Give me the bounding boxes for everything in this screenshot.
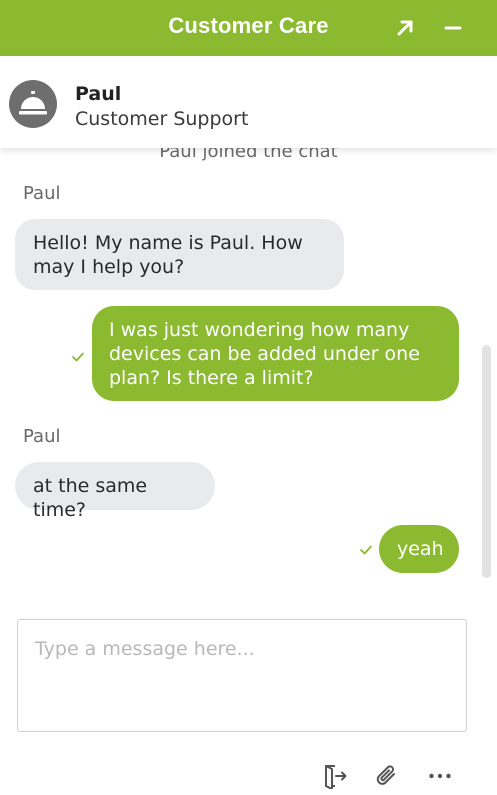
agent-message-bubble: at the same time?: [15, 462, 215, 521]
exit-chat-icon: [325, 765, 347, 789]
agent-message-bubble: Hello! My name is Paul. How may I help y…: [15, 219, 344, 290]
message-composer: [17, 619, 467, 732]
user-message-bubble: yeah: [379, 525, 459, 573]
message-line: at the same time?: [33, 475, 148, 521]
expand-button[interactable]: [389, 12, 421, 44]
message-input[interactable]: [18, 620, 466, 731]
message-line: I was just wondering how many: [109, 319, 410, 341]
attach-file-button[interactable]: [374, 763, 400, 789]
delivered-check-icon: [360, 545, 372, 555]
message-line: may I help you?: [33, 256, 185, 278]
avatar: [9, 80, 57, 128]
system-message: Paul joined the chat: [159, 148, 338, 162]
agent-role: Customer Support: [75, 108, 249, 130]
delivered-check-icon: [72, 352, 84, 362]
message-list[interactable]: Paul joined the chat Paul Hello! My name…: [0, 148, 497, 600]
agent-info-bar: Paul Customer Support: [0, 56, 497, 148]
user-message-bubble: I was just wondering how many devices ca…: [92, 306, 459, 401]
message-line: Hello! My name is Paul. How: [33, 232, 303, 254]
sender-label: Paul: [23, 183, 61, 204]
end-chat-button[interactable]: [323, 763, 349, 789]
more-options-button[interactable]: [427, 763, 453, 789]
agent-name: Paul: [75, 83, 122, 105]
message-scrollbar[interactable]: [482, 345, 491, 578]
chat-header: Customer Care: [0, 0, 497, 56]
message-line: devices can be added under one: [109, 343, 420, 365]
chat-title: Customer Care: [168, 13, 329, 38]
message-line: plan? Is there a limit?: [109, 367, 314, 389]
minus-icon: [444, 26, 462, 30]
arrow-up-right-icon: [397, 20, 413, 36]
sender-label: Paul: [23, 426, 61, 447]
service-bell-icon: [19, 91, 47, 115]
minimize-button[interactable]: [437, 12, 469, 44]
message-line: yeah: [397, 538, 444, 560]
paperclip-icon: [376, 765, 395, 785]
chat-widget: Customer Care Paul Customer Support Paul…: [0, 0, 497, 795]
more-dots-icon: [429, 773, 451, 779]
